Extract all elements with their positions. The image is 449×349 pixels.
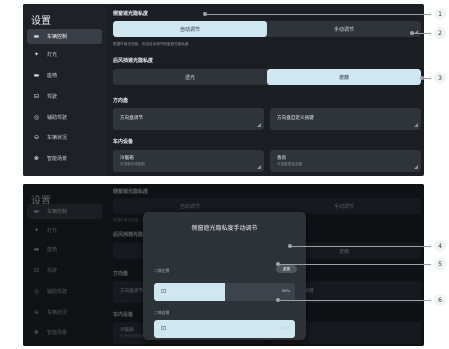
smart-scene-icon: ❀ bbox=[33, 155, 40, 162]
manual-adjust-dialog: 侧窗遮光隐私度手动调节 二排左侧 重置 ⊡ 96% 二排右侧 ⊡ 100% bbox=[143, 212, 306, 340]
car-control-icon: ▬ bbox=[33, 33, 40, 40]
window-shade-icon: ⊡ bbox=[161, 288, 167, 295]
settings-screen-top: 设置 ▬ 车辆控制 ✦ 灯光 ▬ 座椅 ⊟ 驾驶 ◎ 辅助驾驶 ⊖ 车辆状况 ❀… bbox=[23, 4, 424, 176]
callout-line bbox=[278, 264, 431, 265]
callout-6: 6 bbox=[434, 294, 446, 306]
card-title: 香氛 bbox=[277, 156, 287, 161]
sidebar-item-label: 辅助驾驶 bbox=[47, 115, 68, 121]
vehicle-status-icon: ⊖ bbox=[33, 134, 40, 141]
row2-right-label: 二排右侧 bbox=[154, 310, 170, 315]
slider-percent: 96% bbox=[282, 289, 290, 293]
sidebar-item-assist-driving[interactable]: ◎ 辅助驾驶 bbox=[27, 110, 102, 125]
section-title-steering-wheel: 方向盘 bbox=[113, 98, 129, 104]
sidebar-item-label: 智能场景 bbox=[47, 156, 68, 162]
row2-left-label: 二排左侧 bbox=[154, 268, 170, 273]
settings-main: 侧窗遮光隐私度 自动调节 手动调节 根据环境光亮度，系统自动调节侧窗遮光隐私度 … bbox=[113, 4, 421, 176]
section-title-rear-windshield: 后风挡遮光隐私度 bbox=[113, 58, 154, 64]
auto-adjust-button[interactable]: 自动调节 bbox=[113, 21, 267, 37]
sidebar-item-driving[interactable]: ⊟ 驾驶 bbox=[27, 89, 102, 104]
corner-triangle-icon bbox=[257, 165, 261, 169]
side-window-hint: 根据环境光亮度，系统自动调节侧窗遮光隐私度 bbox=[113, 42, 189, 46]
slider-percent: 100% bbox=[279, 326, 290, 330]
corner-triangle-icon bbox=[257, 123, 261, 127]
dialog-title: 侧窗遮光隐私度手动调节 bbox=[191, 225, 258, 232]
sidebar-title: 设置 bbox=[31, 16, 51, 27]
driving-icon: ⊟ bbox=[33, 93, 40, 100]
sidebar: 设置 ▬ 车辆控制 ✦ 灯光 ▬ 座椅 ⊟ 驾驶 ◎ 辅助驾驶 ⊖ 车辆状况 ❀… bbox=[23, 4, 107, 176]
settings-screen-dialog: 设置 ▬ 车辆控制 ✦ 灯光 ▬ 座椅 ⊟ 驾驶 ◎ 辅助驾驶 ⊖ 车辆状况 ❀… bbox=[23, 184, 424, 346]
cooler-warmer-card[interactable]: 冷暖箱 可选制冷或制热 bbox=[113, 150, 264, 172]
callout-line bbox=[205, 14, 431, 15]
side-window-mode-selector: 自动调节 手动调节 bbox=[113, 21, 421, 37]
callout-line bbox=[290, 246, 431, 247]
fragrance-card[interactable]: 香氛 可选香型及浓度 bbox=[270, 150, 421, 172]
callout-2: 2 bbox=[434, 27, 446, 39]
sidebar-item-label: 灯光 bbox=[47, 52, 58, 58]
light-icon: ✦ bbox=[33, 51, 40, 58]
callout-1: 1 bbox=[434, 8, 446, 20]
corner-triangle-icon bbox=[414, 165, 418, 169]
callout-line bbox=[412, 33, 431, 34]
callout-4: 4 bbox=[434, 240, 446, 252]
section-title-in-car-devices: 车内设备 bbox=[113, 139, 134, 145]
slider-fill bbox=[154, 320, 295, 338]
sidebar-item-vehicle-status[interactable]: ⊖ 车辆状况 bbox=[27, 130, 102, 145]
rear-windshield-selector: 透光 遮蔽 bbox=[113, 69, 421, 85]
card-subtitle: 可选制冷或制热 bbox=[120, 162, 146, 166]
seat-icon: ▬ bbox=[33, 72, 40, 79]
shade-button[interactable]: 遮蔽 bbox=[267, 69, 421, 85]
card-subtitle: 可选香型及浓度 bbox=[277, 162, 303, 166]
transparent-button[interactable]: 透光 bbox=[113, 69, 267, 85]
card-label: 方向盘自定义按键 bbox=[277, 116, 314, 121]
sidebar-item-label: 车辆状况 bbox=[47, 135, 68, 141]
sidebar-item-label: 车辆控制 bbox=[47, 34, 68, 40]
window-shade-icon: ⊡ bbox=[161, 325, 167, 332]
manual-adjust-label: 手动调节 bbox=[333, 26, 354, 33]
assist-driving-icon: ◎ bbox=[33, 114, 40, 121]
sidebar-item-light[interactable]: ✦ 灯光 bbox=[27, 47, 102, 62]
callout-5: 5 bbox=[434, 258, 446, 270]
sidebar-item-label: 座椅 bbox=[47, 73, 58, 79]
section-title-side-window: 侧窗遮光隐私度 bbox=[113, 11, 149, 17]
callout-3: 3 bbox=[434, 72, 446, 84]
reset-button[interactable]: 重置 bbox=[276, 265, 297, 273]
callout-line bbox=[422, 78, 431, 79]
sidebar-item-vehicle-control[interactable]: ▬ 车辆控制 bbox=[27, 29, 102, 44]
steering-custom-button-card[interactable]: 方向盘自定义按键 bbox=[270, 108, 421, 130]
card-label: 方向盘调节 bbox=[120, 116, 143, 121]
row2-right-slider[interactable]: ⊡ 100% bbox=[154, 320, 295, 338]
callout-line bbox=[278, 300, 431, 301]
steering-adjust-card[interactable]: 方向盘调节 bbox=[113, 108, 264, 130]
card-title: 冷暖箱 bbox=[120, 156, 134, 161]
sidebar-item-label: 驾驶 bbox=[47, 94, 58, 100]
corner-triangle-icon bbox=[414, 123, 418, 127]
sidebar-item-smart-scene[interactable]: ❀ 智能场景 bbox=[27, 151, 102, 166]
manual-adjust-button[interactable]: 手动调节 bbox=[267, 21, 421, 37]
row2-left-slider[interactable]: ⊡ 96% bbox=[154, 283, 295, 301]
sidebar-item-seat[interactable]: ▬ 座椅 bbox=[27, 68, 102, 83]
